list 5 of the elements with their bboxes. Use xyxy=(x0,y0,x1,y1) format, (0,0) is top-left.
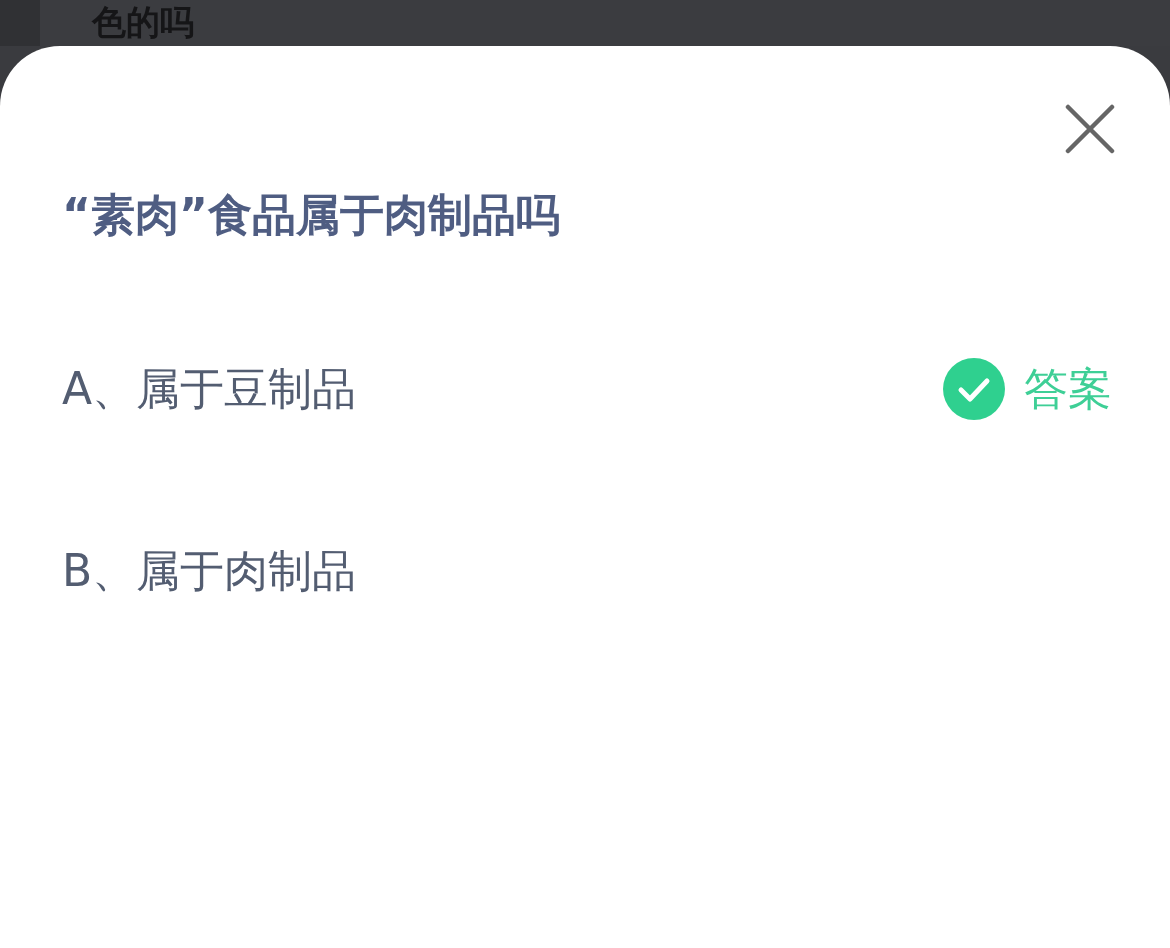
option-text[interactable]: A、属于豆制品 xyxy=(62,359,357,419)
close-icon[interactable] xyxy=(1065,104,1115,154)
option-text[interactable]: B、属于肉制品 xyxy=(62,541,357,601)
question-title: “素肉”食品属于肉制品吗 xyxy=(62,188,561,242)
answer-label: 答案 xyxy=(1024,361,1112,416)
